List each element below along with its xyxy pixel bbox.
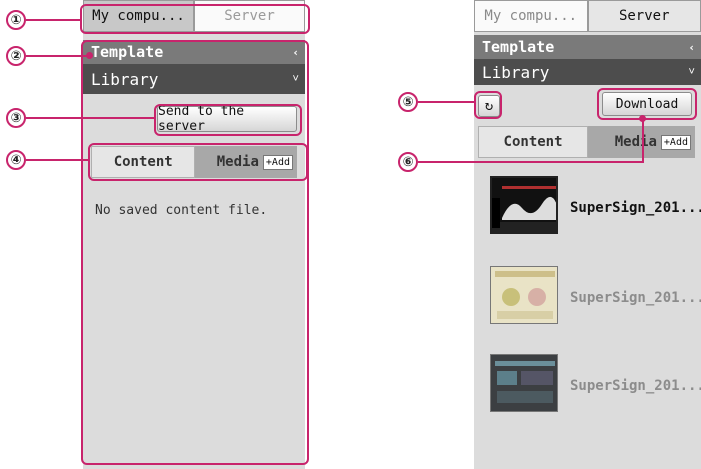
- right-panel: My compu... Server Template ‹ Library ˅ …: [474, 0, 701, 469]
- thumbnail-image: [492, 178, 556, 232]
- callout-3-highlight: [154, 104, 302, 136]
- callout-4: ④: [6, 150, 26, 170]
- add-button[interactable]: +Add: [660, 134, 691, 150]
- callout-5-line: [418, 101, 474, 103]
- content-item-label[interactable]: SuperSign_201...: [570, 378, 701, 394]
- callout-3-line: [26, 117, 154, 119]
- content-item-label[interactable]: SuperSign_201...: [570, 200, 701, 216]
- library-bar[interactable]: Library ˅: [474, 59, 701, 85]
- callout-2-line: [26, 55, 88, 57]
- tab-server[interactable]: Server: [587, 0, 701, 32]
- callout-6: ⑥: [398, 152, 418, 172]
- chevron-left-icon: ‹: [688, 40, 695, 54]
- template-label: Template: [482, 38, 555, 56]
- chevron-down-icon: ˅: [688, 65, 695, 78]
- thumbnail-image: [491, 355, 557, 411]
- content-item-label[interactable]: SuperSign_201...: [570, 290, 701, 306]
- tab-media-label: Media: [614, 134, 657, 150]
- callout-5: ⑤: [398, 92, 418, 112]
- callout-5-highlight: [474, 91, 502, 119]
- callout-6-line: [418, 161, 642, 163]
- library-label: Library: [482, 62, 550, 82]
- content-thumbnail[interactable]: [490, 354, 558, 412]
- callout-1: ①: [6, 10, 26, 30]
- content-thumbnail[interactable]: [490, 266, 558, 324]
- content-thumbnail[interactable]: [490, 176, 558, 234]
- callout-2: ②: [6, 46, 26, 66]
- callout-1-line: [26, 19, 80, 21]
- tab-my-computer[interactable]: My compu...: [474, 0, 588, 32]
- thumbnail-image: [491, 267, 557, 323]
- template-bar[interactable]: Template ‹: [474, 35, 701, 59]
- callout-4-highlight: [88, 143, 308, 181]
- content-media-tabs: Content Media +Add: [478, 126, 695, 158]
- callout-1-highlight: [80, 4, 310, 34]
- source-tabs: My compu... Server: [474, 0, 701, 32]
- tab-content[interactable]: Content: [478, 126, 589, 158]
- callout-6-vline: [642, 118, 644, 163]
- callout-3: ③: [6, 108, 26, 128]
- callout-4-line: [26, 159, 88, 161]
- callout-6-highlight: [597, 88, 697, 120]
